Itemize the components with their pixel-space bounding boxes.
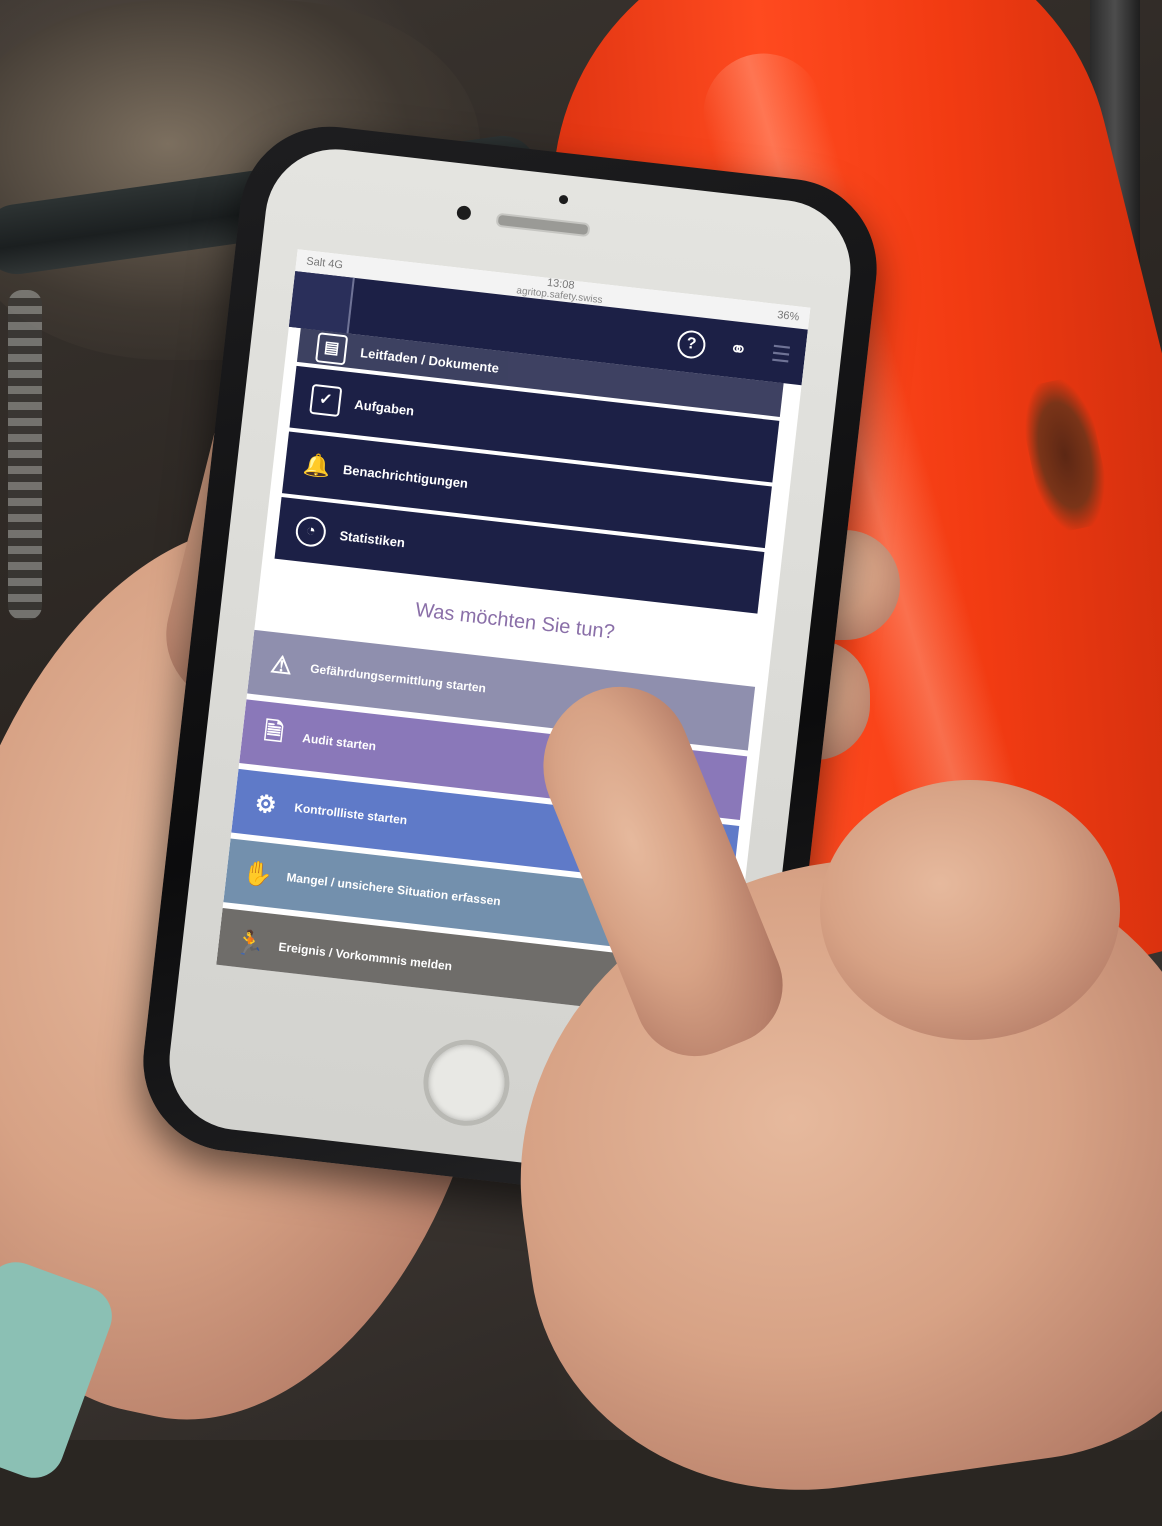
action-label: Mangel / unsichere Situation erfassen [285, 870, 502, 909]
hand-alert-icon: ✋ [241, 858, 275, 889]
share-icon[interactable]: ⚭ [728, 336, 749, 363]
audit-document-icon: 🗎 [262, 717, 286, 747]
front-camera [456, 205, 472, 221]
nav-item-label: Benachrichtigungen [342, 461, 469, 491]
action-label: Audit starten [301, 731, 377, 754]
nav-item-label: Statistiken [338, 527, 406, 550]
battery-label: 36% [776, 309, 800, 324]
nav-item-label: Leitfaden / Dokumente [359, 344, 500, 376]
nav-item-label: Aufgaben [353, 396, 415, 418]
robot-arm-icon: ⚙ [253, 789, 278, 819]
sensor-dot [558, 194, 569, 205]
warning-icon: ⚠ [269, 650, 294, 680]
falling-person-icon: 🏃 [233, 928, 267, 959]
earpiece-speaker [495, 212, 591, 238]
action-label: Gefährdungsermittlung starten [309, 661, 487, 696]
app-logo[interactable] [288, 271, 355, 334]
hamburger-menu-icon[interactable]: ☰ [770, 341, 792, 368]
carrier-label: Salt 4G [305, 255, 344, 272]
right-hand-knuckles [820, 780, 1120, 1040]
bell-icon: 🔔 [302, 451, 333, 480]
checkbox-icon: ✓ [309, 383, 343, 418]
background-chain [8, 290, 42, 620]
home-button[interactable] [418, 1035, 515, 1131]
pie-chart-icon: ◔ [294, 514, 328, 549]
action-label: Kontrollliste starten [293, 800, 408, 828]
help-circle-icon[interactable]: ? [675, 328, 707, 360]
action-label: Ereignis / Vorkommnis melden [277, 939, 453, 974]
document-icon: ▤ [315, 332, 349, 366]
